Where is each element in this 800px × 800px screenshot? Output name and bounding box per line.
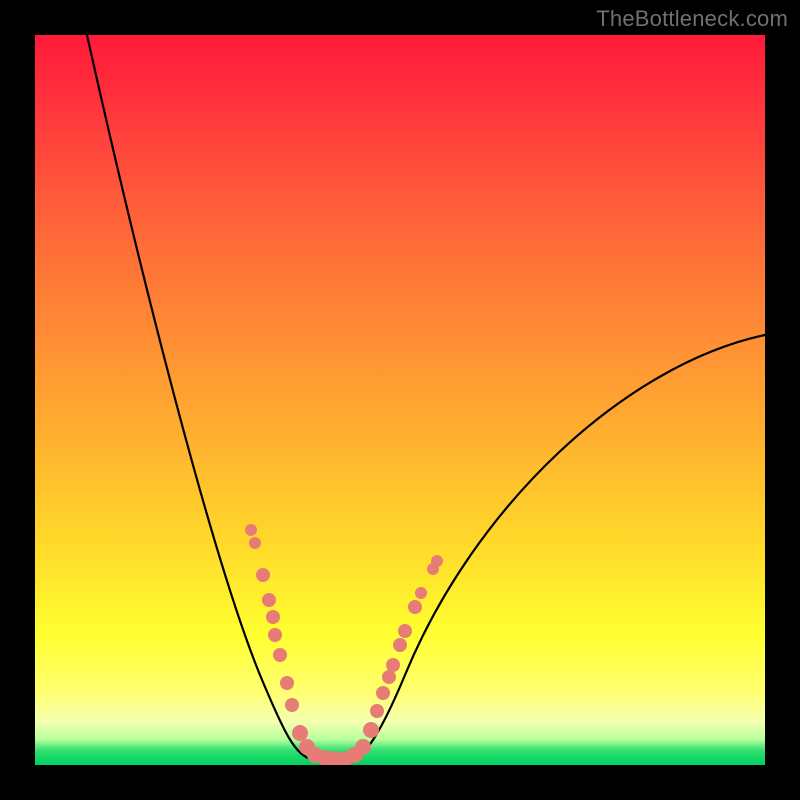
dot (376, 686, 390, 700)
dot (268, 628, 282, 642)
dot (386, 658, 400, 672)
dot (355, 739, 371, 755)
dot (249, 537, 261, 549)
highlighted-points (245, 524, 443, 765)
dot (398, 624, 412, 638)
dot (408, 600, 422, 614)
dot (363, 722, 379, 738)
dot (280, 676, 294, 690)
dot (245, 524, 257, 536)
watermark-text: TheBottleneck.com (596, 6, 788, 32)
dot (285, 698, 299, 712)
dot (393, 638, 407, 652)
plot-area (35, 35, 765, 765)
dot (292, 725, 308, 741)
dot (431, 555, 443, 567)
dot (382, 670, 396, 684)
chart-frame: TheBottleneck.com (0, 0, 800, 800)
chart-svg (35, 35, 765, 765)
dot (370, 704, 384, 718)
bottleneck-curve (87, 35, 765, 760)
dot (256, 568, 270, 582)
dot (262, 593, 276, 607)
dot (415, 587, 427, 599)
dot (273, 648, 287, 662)
dot (266, 610, 280, 624)
